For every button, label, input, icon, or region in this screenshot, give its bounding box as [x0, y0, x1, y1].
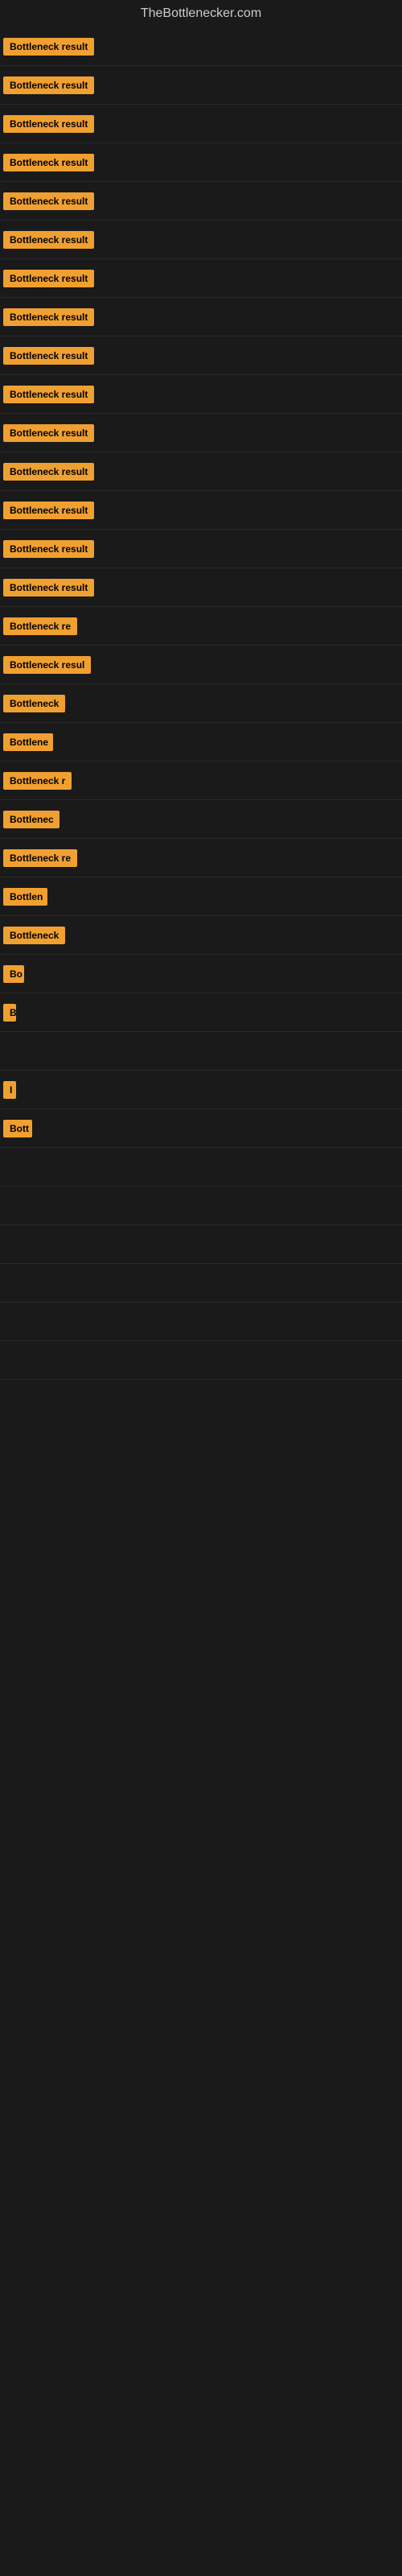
- list-item[interactable]: Bottleneck result: [0, 182, 402, 221]
- list-item[interactable]: Bottleneck result: [0, 336, 402, 375]
- bottleneck-result-badge: Bottleneck: [3, 695, 65, 712]
- bottleneck-result-badge: Bottlenec: [3, 811, 59, 828]
- bottleneck-result-badge: Bottleneck result: [3, 308, 94, 326]
- site-title: TheBottlenecker.com: [0, 0, 402, 27]
- bottleneck-result-badge: Bottleneck re: [3, 849, 77, 867]
- list-item[interactable]: Bottleneck result: [0, 143, 402, 182]
- list-item[interactable]: [0, 1341, 402, 1380]
- bottleneck-result-badge: Bottleneck result: [3, 386, 94, 403]
- bottleneck-result-badge: Bo: [3, 965, 24, 983]
- bottleneck-result-badge: Bottlene: [3, 733, 53, 751]
- list-item[interactable]: [0, 1225, 402, 1264]
- list-item[interactable]: [0, 1032, 402, 1071]
- list-item[interactable]: Bo: [0, 955, 402, 993]
- list-item[interactable]: Bott: [0, 1109, 402, 1148]
- bottleneck-result-badge: Bottleneck result: [3, 270, 94, 287]
- list-item[interactable]: Bottleneck re: [0, 607, 402, 646]
- bottleneck-result-badge: Bottleneck result: [3, 502, 94, 519]
- list-item[interactable]: [0, 1187, 402, 1225]
- list-item[interactable]: Bottleneck result: [0, 568, 402, 607]
- list-item[interactable]: Bottleneck result: [0, 491, 402, 530]
- list-item[interactable]: Bottleneck result: [0, 66, 402, 105]
- list-item[interactable]: Bottleneck result: [0, 375, 402, 414]
- bottleneck-result-badge: Bottleneck result: [3, 115, 94, 133]
- list-item[interactable]: Bottlene: [0, 723, 402, 762]
- bottleneck-result-badge: Bottleneck result: [3, 579, 94, 597]
- list-item[interactable]: Bottleneck result: [0, 530, 402, 568]
- bottleneck-result-badge: Bottleneck result: [3, 231, 94, 249]
- list-item[interactable]: Bottlenec: [0, 800, 402, 839]
- list-item[interactable]: Bottlen: [0, 877, 402, 916]
- bottleneck-result-badge: Bottleneck re: [3, 617, 77, 635]
- list-item[interactable]: Bottleneck result: [0, 414, 402, 452]
- bottleneck-result-badge: Bottleneck r: [3, 772, 72, 790]
- list-item[interactable]: Bottleneck: [0, 684, 402, 723]
- list-item[interactable]: Bottleneck r: [0, 762, 402, 800]
- bottleneck-result-badge: Bottleneck result: [3, 38, 94, 56]
- list-item[interactable]: Bottleneck result: [0, 259, 402, 298]
- bottleneck-result-badge: I: [3, 1081, 16, 1099]
- bottleneck-result-badge: Bottleneck result: [3, 76, 94, 94]
- bottleneck-result-badge: Bottleneck result: [3, 347, 94, 365]
- site-title-bar: TheBottlenecker.com: [0, 0, 402, 27]
- list-item[interactable]: Bottleneck re: [0, 839, 402, 877]
- list-item[interactable]: [0, 1302, 402, 1341]
- list-item[interactable]: Bottleneck: [0, 916, 402, 955]
- list-item[interactable]: Bottleneck result: [0, 27, 402, 66]
- list-item[interactable]: Bottleneck result: [0, 105, 402, 143]
- list-item[interactable]: [0, 1148, 402, 1187]
- bottleneck-result-badge: Bottleneck result: [3, 154, 94, 171]
- list-item[interactable]: Bottleneck result: [0, 298, 402, 336]
- list-item[interactable]: [0, 1264, 402, 1302]
- results-list: Bottleneck result Bottleneck result Bottle…: [0, 27, 402, 1380]
- bottleneck-result-badge: Bottleneck result: [3, 540, 94, 558]
- list-item[interactable]: Bottleneck resul: [0, 646, 402, 684]
- list-item[interactable]: I: [0, 1071, 402, 1109]
- bottleneck-result-badge: Bottlen: [3, 888, 47, 906]
- bottleneck-result-badge: Bott: [3, 1120, 32, 1137]
- bottleneck-result-badge: Bottleneck result: [3, 192, 94, 210]
- bottleneck-result-badge: Bottleneck result: [3, 463, 94, 481]
- bottleneck-result-badge: B: [3, 1004, 16, 1022]
- bottleneck-result-badge: Bottleneck result: [3, 424, 94, 442]
- bottleneck-result-badge: Bottleneck: [3, 927, 65, 944]
- list-item[interactable]: Bottleneck result: [0, 452, 402, 491]
- list-item[interactable]: B: [0, 993, 402, 1032]
- bottleneck-result-badge: Bottleneck resul: [3, 656, 91, 674]
- list-item[interactable]: Bottleneck result: [0, 221, 402, 259]
